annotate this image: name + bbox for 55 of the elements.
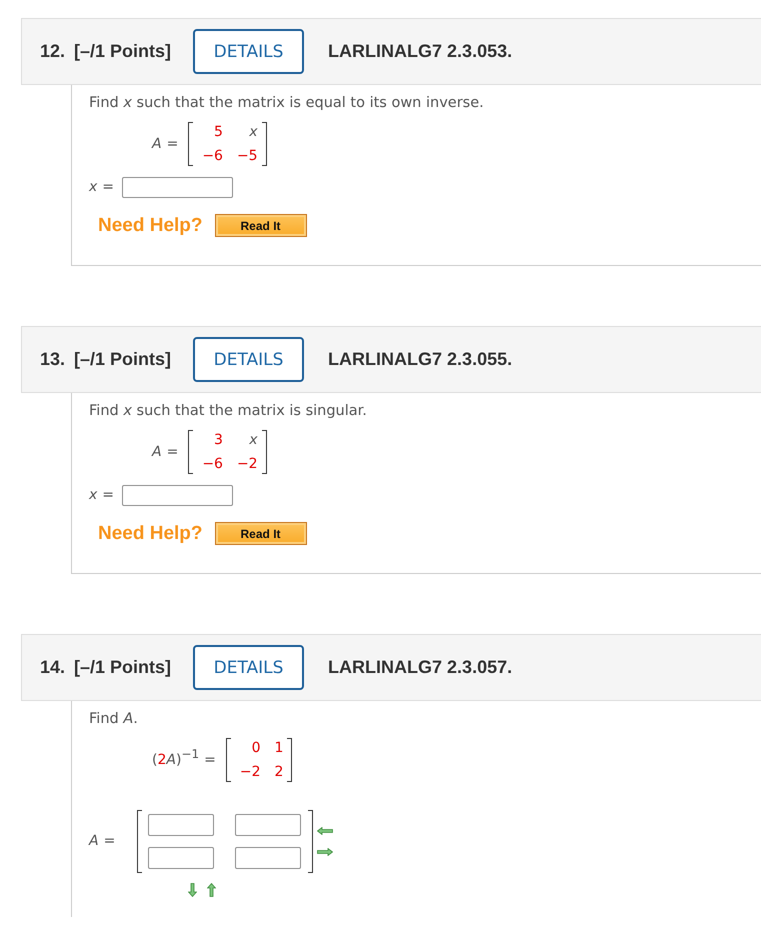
matrix-entry: −6 (202, 455, 223, 473)
left-bracket (137, 810, 142, 873)
need-help-label: Need Help? (98, 522, 203, 544)
problem-reference: LARLINALG7 2.3.055. (328, 349, 512, 370)
details-button[interactable]: DETAILS (193, 337, 304, 382)
question-prompt: Find x such that the matrix is singular. (89, 403, 368, 420)
right-bracket (287, 738, 292, 782)
question-number: 14. (40, 657, 66, 678)
question-number: 13. (40, 349, 66, 370)
matrix-entry: −2 (236, 455, 258, 473)
answer-field[interactable] (122, 485, 234, 506)
right-bracket (262, 430, 267, 474)
question-prompt: Find A. (89, 711, 139, 728)
left-bracket (188, 430, 194, 474)
matrix-answer-field[interactable] (235, 847, 302, 869)
points-label: [–/1 Points] (74, 657, 172, 678)
points-label: [–/1 Points] (74, 349, 172, 370)
read-it-button[interactable]: Read It (214, 522, 307, 545)
matrix-entry: 3 (213, 431, 223, 449)
need-help-label: Need Help? (98, 214, 203, 236)
matrix-entry: 2 (274, 763, 284, 781)
matrix-entry: 5 (213, 123, 223, 141)
matrix-entry: x (248, 123, 258, 141)
matrix-answer-field[interactable] (148, 847, 214, 869)
answer-label: x = (89, 179, 114, 196)
matrix-answer-field[interactable] (235, 814, 302, 836)
points-label: [–/1 Points] (74, 41, 172, 62)
details-button[interactable]: DETAILS (193, 29, 304, 74)
problem-reference: LARLINALG7 2.3.053. (328, 41, 512, 62)
details-button[interactable]: DETAILS (193, 645, 304, 690)
equation-label: A = (152, 136, 178, 152)
equation-label: A = (152, 444, 178, 460)
matrix-entry: −2 (240, 763, 261, 781)
right-bracket (262, 122, 267, 166)
matrix-entry: 0 (250, 739, 261, 757)
matrix-entry: x (248, 431, 258, 449)
left-bracket (188, 122, 194, 166)
down-arrow-icon[interactable] (188, 883, 198, 897)
problem-reference: LARLINALG7 2.3.057. (328, 657, 512, 678)
matrix-entry: 1 (274, 739, 284, 757)
answer-field[interactable] (122, 177, 234, 198)
equation-label: (2A)$^{−1}$ = (152, 752, 216, 768)
matrix-entry: −5 (236, 147, 258, 165)
matrix-answer-field[interactable] (148, 814, 214, 836)
question-number: 12. (40, 41, 66, 62)
question-prompt: Find x such that the matrix is equal to its own inverse. (89, 95, 485, 112)
answer-label: A = (89, 833, 116, 850)
read-it-button[interactable]: Read It (214, 214, 307, 237)
up-arrow-icon[interactable] (207, 883, 216, 897)
answer-label: x = (89, 487, 114, 504)
left-bracket (226, 738, 231, 782)
right-bracket (308, 810, 314, 873)
matrix-entry: −6 (202, 147, 223, 165)
right-arrow-icon[interactable] (317, 848, 334, 856)
left-arrow-icon[interactable] (317, 827, 334, 835)
